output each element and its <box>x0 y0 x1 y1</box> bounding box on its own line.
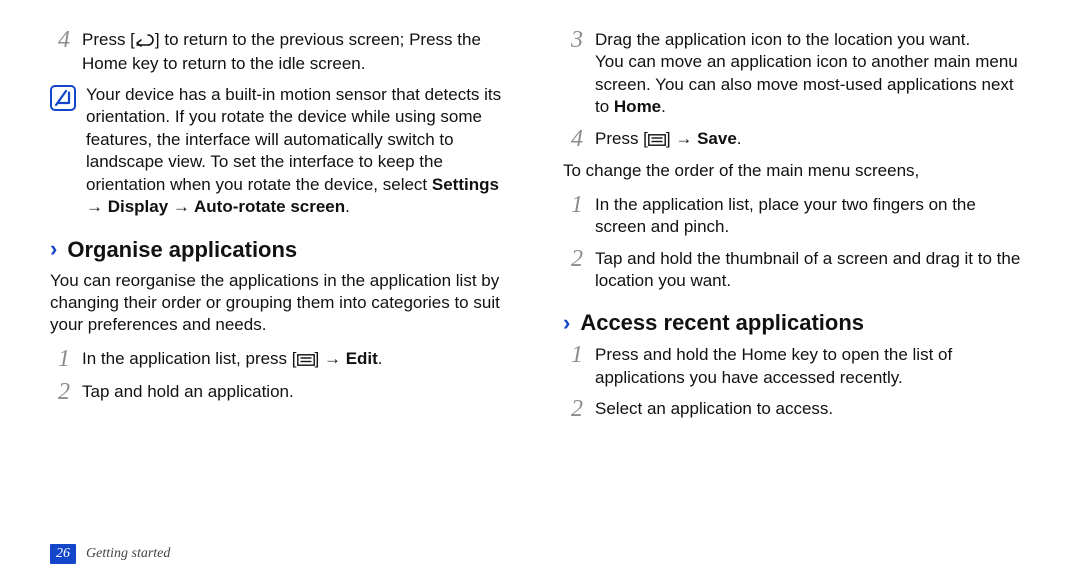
back-key-icon <box>135 31 155 53</box>
access-step-2: 2 Select an application to access. <box>563 397 1030 422</box>
heading-text: Access recent applications <box>580 308 864 337</box>
note-motion-sensor: Your device has a built-in motion sensor… <box>50 84 517 219</box>
step-body: Tap and hold the thumbnail of a screen a… <box>595 247 1030 293</box>
text: ] → <box>666 129 697 148</box>
text: . <box>345 197 350 216</box>
step-body: Press and hold the Home key to open the … <box>595 343 1030 389</box>
heading-text: Organise applications <box>67 235 297 264</box>
step-number: 1 <box>563 343 583 389</box>
text: In the application list, press [ <box>82 349 297 368</box>
step-number: 2 <box>563 397 583 422</box>
drag-step-3: 3 Drag the application icon to the locat… <box>563 28 1030 119</box>
step-body: Select an application to access. <box>595 397 1030 422</box>
change-order-step-2: 2 Tap and hold the thumbnail of a screen… <box>563 247 1030 293</box>
access-step-1: 1 Press and hold the Home key to open th… <box>563 343 1030 389</box>
manual-page: 4 Press [ ] to return to the previous sc… <box>0 0 1080 586</box>
text: . <box>661 97 666 116</box>
step-number: 4 <box>563 127 583 152</box>
heading-access-recent: › Access recent applications <box>563 308 1030 337</box>
text: ] → <box>315 349 346 368</box>
organise-step-1: 1 In the application list, press [ ] → E… <box>50 347 517 372</box>
note-body: Your device has a built-in motion sensor… <box>86 84 517 219</box>
chevron-icon: › <box>563 312 570 334</box>
step-4-back: 4 Press [ ] to return to the previous sc… <box>50 28 517 76</box>
save-label: Save <box>697 129 737 148</box>
step-body: Drag the application icon to the locatio… <box>595 28 1030 119</box>
note-icon <box>50 85 76 111</box>
step-body: In the application list, place your two … <box>595 193 1030 239</box>
page-footer: 26 Getting started <box>50 544 170 564</box>
step-number: 1 <box>563 193 583 239</box>
step-number: 3 <box>563 28 583 119</box>
step-body: In the application list, press [ ] → Edi… <box>82 347 517 372</box>
right-column: 3 Drag the application icon to the locat… <box>563 28 1030 586</box>
organise-step-2: 2 Tap and hold an application. <box>50 380 517 405</box>
text: Press [ <box>595 129 648 148</box>
change-order-intro: To change the order of the main menu scr… <box>563 160 1030 182</box>
change-order-step-1: 1 In the application list, place your tw… <box>563 193 1030 239</box>
text: Drag the application icon to the locatio… <box>595 29 1030 51</box>
edit-label: Edit <box>346 349 378 368</box>
menu-key-icon <box>297 350 315 372</box>
step-number: 2 <box>50 380 70 405</box>
heading-organise: › Organise applications <box>50 235 517 264</box>
page-number: 26 <box>50 544 76 564</box>
step-body: Tap and hold an application. <box>82 380 517 405</box>
step-number: 1 <box>50 347 70 372</box>
step-number: 4 <box>50 28 70 76</box>
save-step-4: 4 Press [ ] → Save. <box>563 127 1030 152</box>
left-column: 4 Press [ ] to return to the previous sc… <box>50 28 517 586</box>
text: . <box>378 349 383 368</box>
home-label: Home <box>614 97 661 116</box>
step-body: Press [ ] → Save. <box>595 127 1030 152</box>
text: . <box>737 129 742 148</box>
organise-intro: You can reorganise the applications in t… <box>50 270 517 337</box>
chevron-icon: › <box>50 238 57 260</box>
text: Press [ <box>82 30 135 49</box>
step-body: Press [ ] to return to the previous scre… <box>82 28 517 76</box>
menu-key-icon <box>648 130 666 152</box>
step-number: 2 <box>563 247 583 293</box>
section-label: Getting started <box>86 545 170 563</box>
